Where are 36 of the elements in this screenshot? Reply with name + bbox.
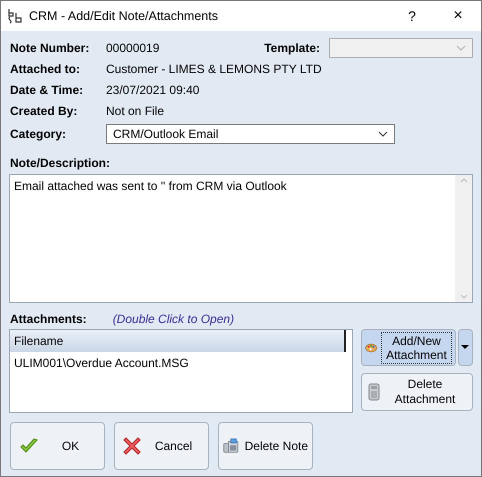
scrollbar[interactable] [455, 175, 472, 302]
field-value: Customer - LIMES & LEMONS PTY LTD [106, 62, 322, 76]
field-value: 00000019 [106, 40, 160, 54]
scroll-up-icon[interactable] [460, 178, 468, 183]
calculator-icon [368, 383, 380, 401]
field-label: Attachments: [10, 312, 87, 326]
field-label: Note/Description: [10, 156, 112, 170]
cancel-button[interactable]: Cancel [114, 422, 209, 470]
field-value: Not on File [106, 104, 164, 118]
field-label: Attached to: [10, 62, 81, 76]
field-value: 23/07/2021 09:40 [106, 82, 200, 96]
dropdown-button[interactable] [458, 329, 473, 366]
close-button[interactable]: × [435, 7, 481, 25]
app-logo-icon [7, 8, 23, 24]
field-label: Category: [10, 126, 68, 140]
ok-button[interactable]: OK [10, 422, 105, 470]
window-title: CRM - Add/Edit Note/Attachments [29, 9, 219, 23]
attachments-list[interactable]: Filename ULIM001\Overdue Account.MSG [9, 329, 353, 413]
field-label: Date & Time: [10, 82, 84, 96]
scroll-down-icon[interactable] [460, 294, 468, 299]
delete-note-button[interactable]: Delete Note [218, 422, 313, 470]
caret-icon [461, 345, 470, 350]
field-label: Note Number: [10, 40, 90, 54]
category-dropdown[interactable]: CRM/Outlook Email [106, 124, 395, 144]
chevron-down-icon[interactable] [378, 130, 388, 136]
hint-text: (Double Click to Open) [112, 312, 234, 326]
delete-attachment-button[interactable]: Delete Attachment [361, 373, 473, 411]
help-button[interactable]: ? [389, 8, 435, 24]
column-header[interactable]: Filename [10, 330, 346, 352]
description-field[interactable]: Email attached was sent to '' from CRM via Outlook [9, 174, 473, 303]
cross-icon [123, 437, 141, 455]
list-item[interactable]: ULIM001\Overdue Account.MSG [10, 352, 352, 370]
field-label: Created By: [10, 104, 78, 118]
field-label: Template: [264, 40, 320, 54]
add-attachment-button[interactable]: Add/New Attachment [361, 329, 456, 366]
check-icon [19, 437, 39, 455]
